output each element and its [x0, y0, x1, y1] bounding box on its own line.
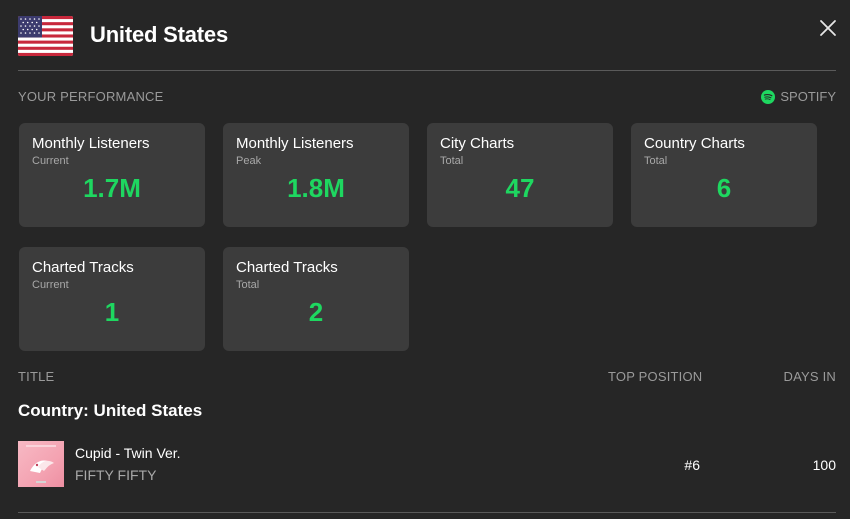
card-title: Country Charts — [644, 135, 745, 152]
card-title: Charted Tracks — [32, 259, 134, 276]
card-subtitle: Current — [32, 155, 69, 167]
country-title: United States — [90, 22, 228, 47]
card-subtitle: Total — [440, 155, 464, 167]
card-charted-tracks-total: Charted Tracks Total 2 — [223, 247, 409, 351]
track-top-position: #6 — [684, 457, 700, 473]
spotify-icon — [761, 89, 776, 104]
card-subtitle: Total — [644, 155, 668, 167]
performance-label: YOUR PERFORMANCE — [18, 89, 164, 104]
track-artist[interactable]: FIFTY FIFTY — [75, 467, 156, 483]
us-flag-icon — [18, 16, 73, 56]
card-title: Monthly Listeners — [32, 135, 150, 152]
card-value: 1.8M — [287, 173, 345, 203]
column-header-title: TITLE — [18, 369, 55, 384]
card-title: Charted Tracks — [236, 259, 338, 276]
column-header-days-in: DAYS IN — [783, 369, 836, 384]
album-art-image — [18, 441, 64, 487]
card-city-charts: City Charts Total 47 — [427, 123, 613, 227]
column-header-top-position: TOP POSITION — [608, 369, 703, 384]
card-value: 47 — [505, 173, 535, 203]
card-value: 1 — [104, 297, 120, 327]
track-days-in: 100 — [812, 457, 836, 473]
group-title: Country: United States — [18, 401, 203, 420]
table-divider — [18, 512, 836, 513]
close-icon[interactable] — [818, 18, 838, 38]
card-subtitle: Current — [32, 279, 69, 291]
card-value: 1.7M — [83, 173, 141, 203]
header-divider — [18, 70, 836, 71]
card-subtitle: Total — [236, 279, 260, 291]
card-subtitle: Peak — [236, 155, 262, 167]
card-charted-tracks-current: Charted Tracks Current 1 — [19, 247, 205, 351]
card-monthly-listeners-peak: Monthly Listeners Peak 1.8M — [223, 123, 409, 227]
card-value: 6 — [716, 173, 732, 203]
track-title[interactable]: Cupid - Twin Ver. — [75, 445, 181, 461]
header: United States — [18, 14, 836, 58]
spotify-source: SPOTIFY — [761, 89, 836, 104]
card-monthly-listeners-current: Monthly Listeners Current 1.7M — [19, 123, 205, 227]
card-title: City Charts — [440, 135, 515, 152]
card-country-charts: Country Charts Total 6 — [631, 123, 817, 227]
card-title: Monthly Listeners — [236, 135, 354, 152]
spotify-label: SPOTIFY — [780, 89, 836, 104]
card-value: 2 — [308, 297, 324, 327]
